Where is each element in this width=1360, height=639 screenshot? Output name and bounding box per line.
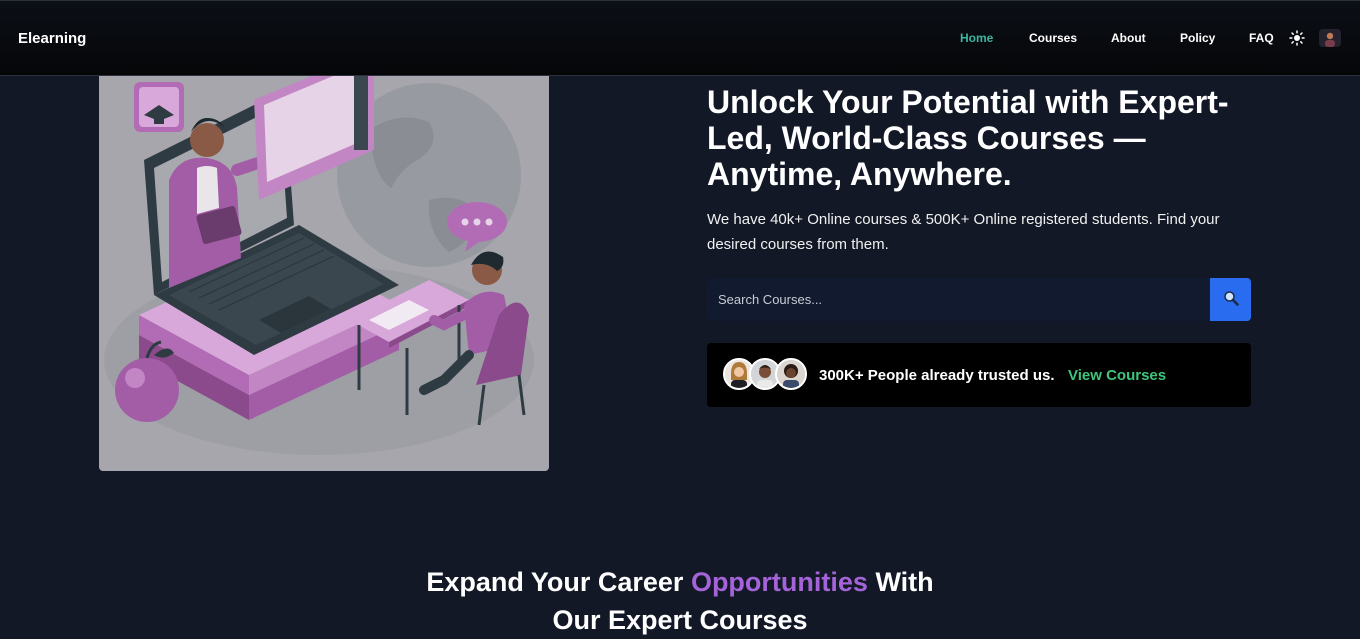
user-avatar[interactable] bbox=[1319, 29, 1341, 47]
sun-icon[interactable] bbox=[1289, 30, 1305, 46]
hero-subtitle: We have 40k+ Online courses & 500K+ Onli… bbox=[707, 211, 1220, 253]
nav-about[interactable]: About bbox=[1111, 31, 1146, 45]
heading-line2: Our Expert Courses bbox=[552, 605, 808, 635]
search-button[interactable] bbox=[1210, 278, 1251, 321]
heading-part1: Expand Your Career bbox=[426, 567, 691, 597]
nav-home[interactable]: Home bbox=[960, 31, 993, 45]
trust-text: 300K+ People already trusted us. bbox=[819, 367, 1055, 384]
nav-policy[interactable]: Policy bbox=[1180, 31, 1215, 45]
view-courses-link[interactable]: View Courses bbox=[1068, 367, 1166, 384]
student-avatar bbox=[775, 358, 807, 390]
search-input[interactable] bbox=[707, 278, 1210, 321]
heading-part2: With bbox=[867, 567, 934, 597]
hero-title: Unlock Your Potential with Expert-Led, W… bbox=[707, 84, 1229, 192]
heading-accent: Opportunities bbox=[690, 567, 868, 597]
nav-courses[interactable]: Courses bbox=[1029, 31, 1077, 45]
navbar: Elearning Home Courses About Policy FAQ bbox=[0, 0, 1360, 76]
search-icon bbox=[1223, 290, 1239, 309]
nav-faq[interactable]: FAQ bbox=[1249, 31, 1274, 45]
trust-bar: 300K+ People already trusted us. View Co… bbox=[707, 343, 1251, 407]
section-heading: Expand Your Career Opportunities With Our… bbox=[0, 563, 1360, 639]
search-box bbox=[707, 278, 1251, 321]
brand-logo[interactable]: Elearning bbox=[18, 30, 86, 47]
online-learning-illustration bbox=[99, 60, 549, 471]
